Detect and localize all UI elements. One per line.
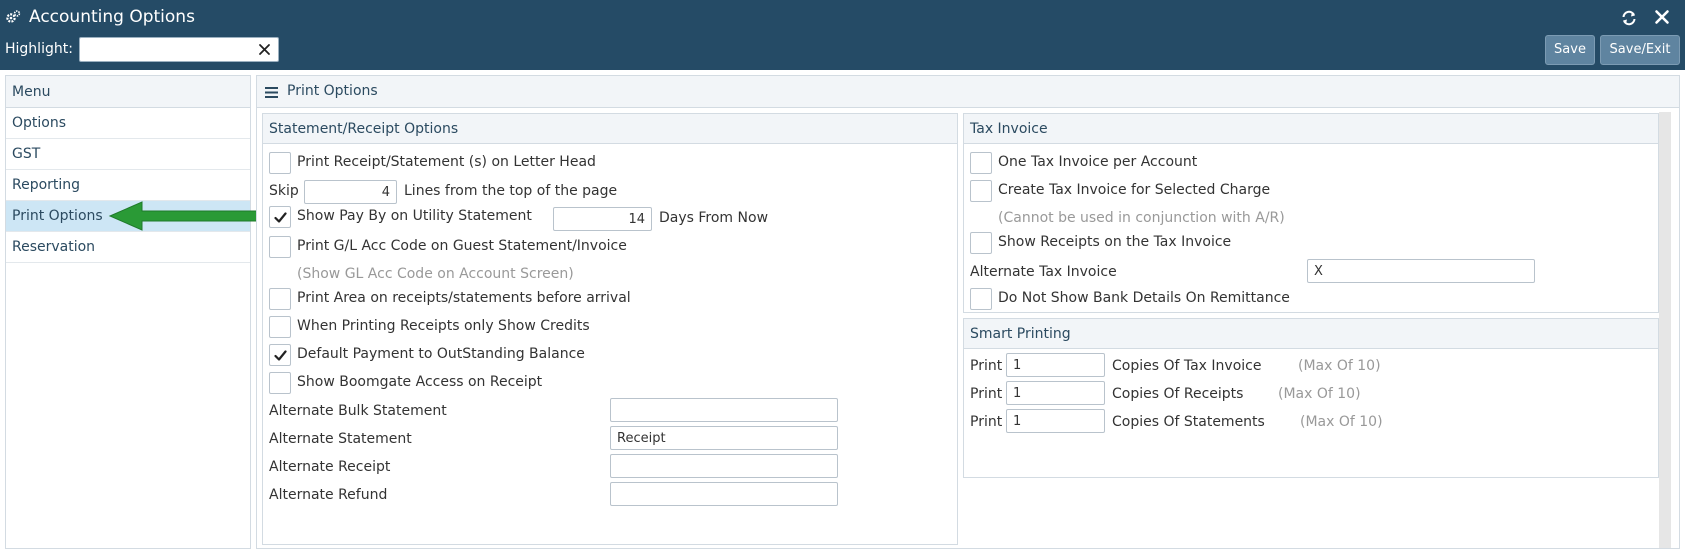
- statement-options-section: Statement/Receipt Options Print Receipt/…: [262, 113, 958, 545]
- title-bar: Accounting Options Highlight: Save Save/…: [0, 0, 1685, 70]
- app-title: Accounting Options: [29, 7, 195, 27]
- payby-label: Show Pay By on Utility Statement: [297, 208, 532, 224]
- statements-copies-note: (Max Of 10): [1300, 414, 1383, 430]
- tax-invoice-copies-label: Copies Of Tax Invoice: [1112, 358, 1262, 374]
- glcode-checkbox[interactable]: [269, 236, 291, 258]
- one-per-account-label: One Tax Invoice per Account: [998, 154, 1198, 170]
- skip-lines-input[interactable]: [304, 180, 397, 204]
- glcode-label: Print G/L Acc Code on Guest Statement/In…: [297, 238, 627, 254]
- clear-icon[interactable]: [258, 43, 271, 56]
- highlight-label: Highlight:: [5, 41, 73, 57]
- alt-receipt-input[interactable]: [610, 454, 838, 478]
- alternate-tax-invoice-label: Alternate Tax Invoice: [970, 264, 1117, 280]
- payby-checkbox[interactable]: [269, 206, 291, 228]
- menu-item-gst[interactable]: GST: [6, 139, 250, 170]
- check-icon: [274, 350, 287, 361]
- highlight-input[interactable]: [80, 38, 250, 61]
- alt-statement-input[interactable]: [610, 426, 838, 450]
- no-bank-label: Do Not Show Bank Details On Remittance: [998, 290, 1290, 306]
- menu-panel: Menu Options GST Reporting Print Options…: [5, 75, 251, 549]
- alt-bulk-label: Alternate Bulk Statement: [269, 403, 447, 419]
- one-per-account-checkbox[interactable]: [970, 152, 992, 174]
- alt-refund-label: Alternate Refund: [269, 487, 388, 503]
- main-panel: Print Options Statement/Receipt Options …: [256, 75, 1680, 549]
- save-button[interactable]: Save: [1545, 35, 1595, 65]
- menu-item-options[interactable]: Options: [6, 108, 250, 139]
- payby-days-input[interactable]: [553, 207, 652, 231]
- smart-printing-section: Smart Printing Print Copies Of Tax Invoi…: [963, 318, 1659, 478]
- scrollbar[interactable]: [1659, 112, 1671, 548]
- tax-invoice-copies-input[interactable]: [1006, 353, 1105, 377]
- receipts-copies-label: Copies Of Receipts: [1112, 386, 1244, 402]
- alternate-tax-invoice-input[interactable]: [1307, 259, 1535, 283]
- alt-refund-input[interactable]: [610, 482, 838, 506]
- main-header: Print Options: [257, 76, 1679, 108]
- check-icon: [274, 212, 287, 223]
- receipts-copies-note: (Max Of 10): [1278, 386, 1361, 402]
- menu-item-reservation[interactable]: Reservation: [6, 232, 250, 263]
- smart-print-prefix: Print: [970, 358, 1003, 374]
- statements-copies-label: Copies Of Statements: [1112, 414, 1265, 430]
- refresh-icon[interactable]: [1620, 9, 1638, 27]
- menu-item-reporting[interactable]: Reporting: [6, 170, 250, 201]
- save-exit-button[interactable]: Save/Exit: [1600, 35, 1680, 65]
- smart-print-prefix: Print: [970, 386, 1003, 402]
- skip-label: Skip: [269, 183, 299, 199]
- receipts-copies-input[interactable]: [1006, 381, 1105, 405]
- boomgate-label: Show Boomgate Access on Receipt: [297, 374, 543, 390]
- close-icon[interactable]: [1654, 9, 1670, 25]
- arrow-icon: [108, 201, 267, 231]
- hamburger-icon[interactable]: [265, 87, 278, 98]
- alt-receipt-label: Alternate Receipt: [269, 459, 391, 475]
- selected-charge-label: Create Tax Invoice for Selected Charge: [998, 182, 1271, 198]
- alt-statement-label: Alternate Statement: [269, 431, 412, 447]
- smart-print-prefix: Print: [970, 414, 1003, 430]
- statement-options-header: Statement/Receipt Options: [263, 114, 957, 144]
- skip-suffix-label: Lines from the top of the page: [404, 183, 618, 199]
- glcode-note: (Show GL Acc Code on Account Screen): [297, 266, 574, 282]
- payby-days-suffix: Days From Now: [659, 210, 769, 226]
- highlight-box: [79, 37, 279, 62]
- boomgate-checkbox[interactable]: [269, 372, 291, 394]
- menu-header: Menu: [6, 76, 250, 108]
- smart-printing-header: Smart Printing: [964, 319, 1658, 349]
- selected-charge-note: (Cannot be used in conjunction with A/R): [998, 210, 1285, 226]
- selected-charge-checkbox[interactable]: [970, 180, 992, 202]
- letterhead-checkbox[interactable]: [269, 152, 291, 174]
- statements-copies-input[interactable]: [1006, 409, 1105, 433]
- page-title: Print Options: [287, 83, 378, 99]
- tax-invoice-copies-note: (Max Of 10): [1298, 358, 1381, 374]
- credits-checkbox[interactable]: [269, 316, 291, 338]
- gear-icon: [6, 10, 21, 23]
- show-receipts-label: Show Receipts on the Tax Invoice: [998, 234, 1232, 250]
- show-receipts-checkbox[interactable]: [970, 232, 992, 254]
- tax-invoice-section: Tax Invoice One Tax Invoice per Account …: [963, 113, 1659, 313]
- area-checkbox[interactable]: [269, 288, 291, 310]
- alt-bulk-input[interactable]: [610, 398, 838, 422]
- default-payment-checkbox[interactable]: [269, 344, 291, 366]
- no-bank-checkbox[interactable]: [970, 288, 992, 310]
- default-payment-label: Default Payment to OutStanding Balance: [297, 346, 585, 362]
- area-label: Print Area on receipts/statements before…: [297, 290, 631, 306]
- letterhead-label: Print Receipt/Statement (s) on Letter He…: [297, 154, 596, 170]
- tax-invoice-header: Tax Invoice: [964, 114, 1658, 144]
- credits-label: When Printing Receipts only Show Credits: [297, 318, 590, 334]
